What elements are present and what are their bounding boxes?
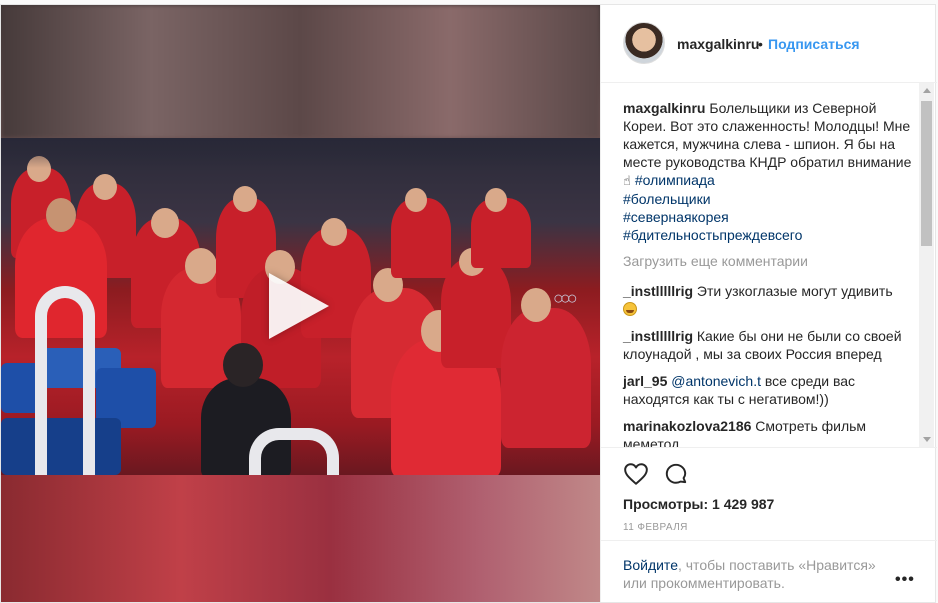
video-blur-bottom <box>1 475 600 602</box>
crowd-face <box>185 248 217 284</box>
comment-item: _instlllllrig Эти узкоглазые могут удиви… <box>623 282 913 318</box>
comment-text: Эти узкоглазые могут удивить <box>696 283 893 299</box>
crowd-face <box>151 208 179 238</box>
stadium-rail <box>35 286 95 475</box>
video-media[interactable]: ○○○ <box>1 5 600 602</box>
caption-username[interactable]: maxgalkinru <box>623 100 705 116</box>
comment-icon[interactable] <box>663 461 689 487</box>
post-card: ○○○ maxgalkinru • Подписаться maxgalkinr… <box>0 4 937 603</box>
author-username[interactable]: maxgalkinru <box>677 36 759 52</box>
olympic-rings: ○○○ <box>553 288 578 308</box>
comment-username[interactable]: jarl_95 <box>623 373 667 389</box>
crowd-face <box>405 188 427 212</box>
video-blur-top <box>1 5 600 138</box>
hashtag-link[interactable]: #болельщики <box>623 190 913 208</box>
login-prompt-text: Войдите, чтобы поставить «Нравится» или … <box>623 556 883 592</box>
comment-username[interactable]: _instlllllrig <box>623 283 693 299</box>
scroll-up-icon[interactable] <box>923 88 931 93</box>
play-icon[interactable] <box>269 273 329 339</box>
comment-mention[interactable]: @antonevich.t <box>671 373 761 389</box>
login-link[interactable]: Войдите <box>623 557 678 573</box>
crowd-face <box>521 288 551 322</box>
avatar[interactable] <box>623 22 665 64</box>
comment-username[interactable]: marinakozlova2186 <box>623 418 751 434</box>
load-more-comments[interactable]: Загрузить еще комментарии <box>623 252 913 270</box>
crowd-face <box>233 186 257 212</box>
comment-item: _instlllllrig Какие бы они не были со св… <box>623 327 913 363</box>
stadium-rail <box>249 428 339 475</box>
grinning-face-icon <box>623 302 637 316</box>
hashtag-link[interactable]: #севернаякорея <box>623 208 913 226</box>
comment-username[interactable]: _instlllllrig <box>623 328 693 344</box>
pointing-hand-icon: ☝ <box>623 173 631 188</box>
comments-scrollbar[interactable] <box>919 83 934 447</box>
login-prompt: Войдите, чтобы поставить «Нравится» или … <box>601 540 937 602</box>
heart-icon[interactable] <box>623 461 649 487</box>
post-caption: maxgalkinru Болельщики из Северной Кореи… <box>623 99 913 244</box>
more-options-icon[interactable]: ••• <box>895 571 915 589</box>
comment-item: marinakozlova2186 Смотреть фильм меметод <box>623 417 913 447</box>
post-sidebar: maxgalkinru • Подписаться maxgalkinru Бо… <box>600 5 937 602</box>
scroll-down-icon[interactable] <box>923 437 931 442</box>
follow-button[interactable]: Подписаться <box>768 36 860 52</box>
comment-item: jarl_95 @antonevich.t все среди вас нахо… <box>623 372 913 408</box>
separator-dot: • <box>758 36 763 52</box>
post-date[interactable]: 11 февраля <box>623 522 688 533</box>
crowd-face <box>46 198 76 232</box>
scroll-thumb[interactable] <box>921 101 932 246</box>
upper-stands <box>1 138 600 168</box>
views-count[interactable]: Просмотры: 1 429 987 <box>623 496 774 512</box>
crowd-figure <box>501 308 591 448</box>
post-header: maxgalkinru • Подписаться <box>601 5 937 83</box>
hashtag-link[interactable]: #олимпиада <box>635 172 715 188</box>
crowd-face <box>223 343 263 387</box>
crowd-face <box>485 188 507 212</box>
hashtag-link[interactable]: #бдительностьпреждевсего <box>623 226 913 244</box>
crowd-face <box>93 174 117 200</box>
comments-list[interactable]: maxgalkinru Болельщики из Северной Кореи… <box>601 83 937 447</box>
crowd-face <box>321 218 347 246</box>
